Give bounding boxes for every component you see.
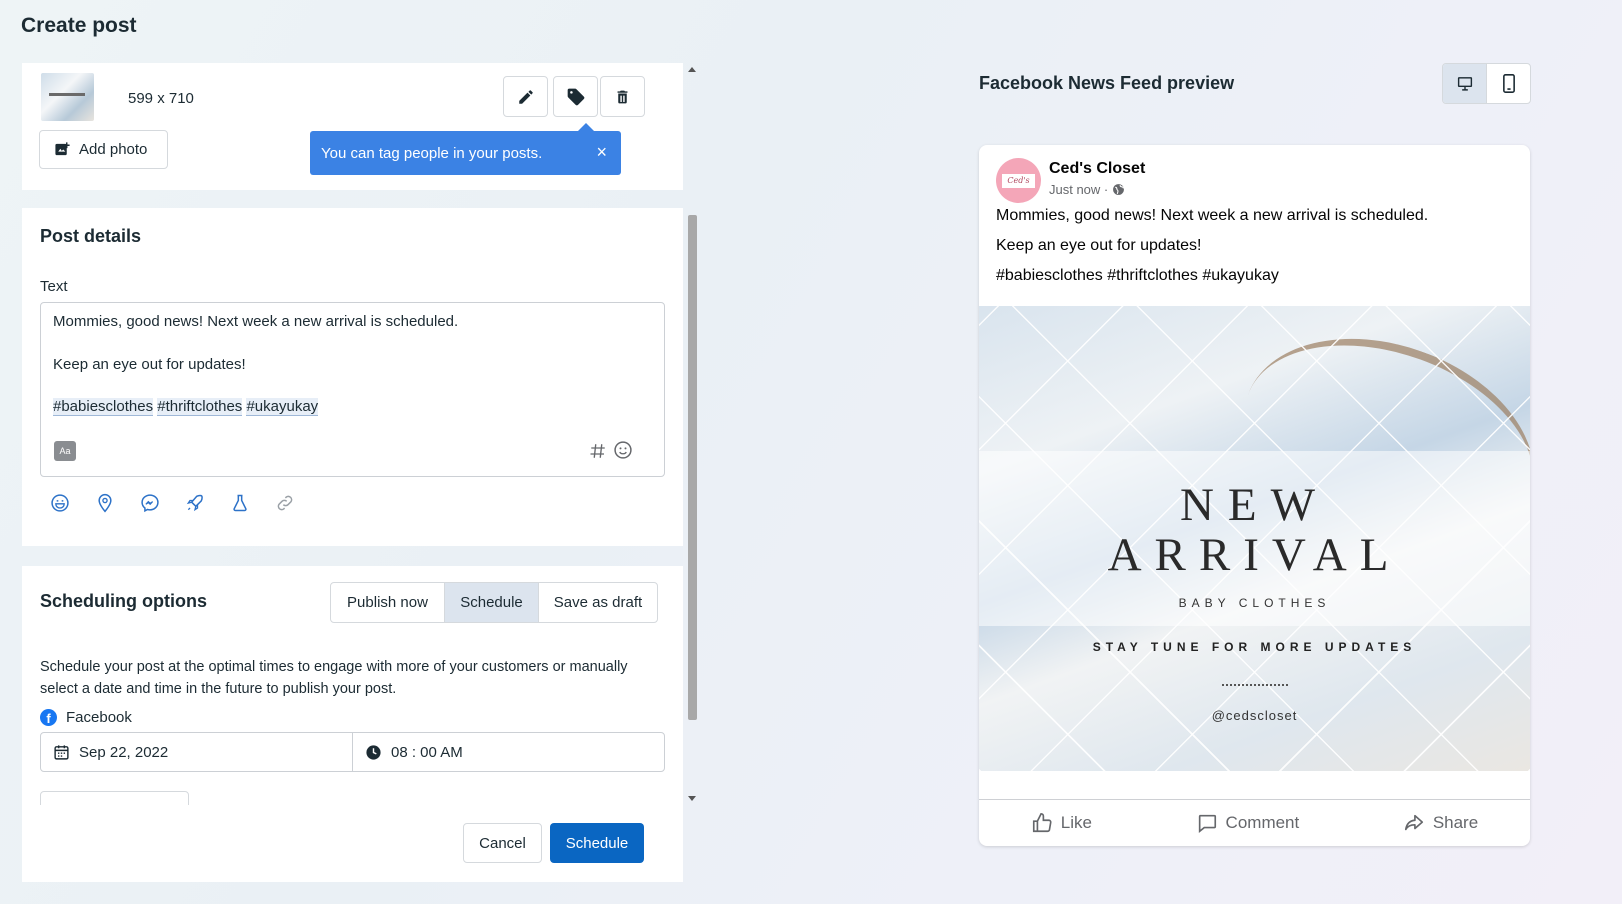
photo-thumbnail[interactable] bbox=[41, 73, 94, 121]
comment-icon bbox=[1198, 814, 1216, 833]
avatar-logo-text: Ced's bbox=[1002, 173, 1035, 188]
emoji-icon[interactable] bbox=[613, 440, 633, 460]
avatar: Ced's bbox=[996, 158, 1041, 203]
post-tools-row bbox=[50, 493, 295, 513]
preview-title: Facebook News Feed preview bbox=[979, 73, 1235, 93]
preview-text-line-2: Keep an eye out for updates! bbox=[996, 237, 1202, 254]
like-label: Like bbox=[1060, 813, 1092, 832]
image-tagline: STAY TUNE FOR MORE UPDATES bbox=[1092, 640, 1417, 654]
post-text-input[interactable]: Mommies, good news! Next week a new arri… bbox=[40, 302, 665, 477]
text-field-label: Text bbox=[40, 278, 68, 295]
platform-name: Facebook bbox=[66, 709, 132, 726]
image-subtitle: BABY CLOTHES bbox=[1178, 596, 1331, 610]
pencil-icon bbox=[518, 89, 533, 104]
add-photo-icon bbox=[55, 142, 70, 156]
hashtag[interactable]: #ukayukay bbox=[246, 398, 319, 416]
messenger-icon[interactable] bbox=[140, 493, 160, 513]
desktop-icon bbox=[1457, 77, 1472, 91]
feeling-icon[interactable] bbox=[50, 493, 70, 513]
like-icon bbox=[1032, 813, 1052, 833]
calendar-icon bbox=[54, 744, 69, 760]
post-text-line-1: Mommies, good news! Next week a new arri… bbox=[53, 313, 459, 330]
edit-photo-button[interactable] bbox=[503, 76, 548, 117]
tag-photo-button[interactable] bbox=[553, 76, 598, 117]
time-value: 08 : 00 AM bbox=[391, 743, 463, 761]
timestamp-text: Just now · bbox=[1049, 182, 1109, 197]
delete-photo-button[interactable] bbox=[600, 76, 645, 117]
mobile-icon bbox=[1502, 74, 1515, 93]
create-post-panel: 599 x 710 Add photo Post details Text Mo… bbox=[22, 63, 697, 882]
scheduling-title: Scheduling options bbox=[40, 591, 207, 611]
image-handle: @cedscloset bbox=[1211, 708, 1298, 723]
test-icon[interactable] bbox=[230, 493, 250, 513]
mobile-preview-button[interactable] bbox=[1487, 64, 1530, 103]
page-name: Ced's Closet bbox=[1049, 160, 1146, 177]
scroll-down-arrow[interactable] bbox=[688, 796, 696, 801]
scheduling-card: Scheduling options Publish now Schedule … bbox=[22, 566, 683, 805]
preview-text-line-3: #babiesclothes #thriftclothes #ukayukay bbox=[996, 267, 1279, 284]
comment-button[interactable]: Comment bbox=[1196, 812, 1300, 834]
post-text-line-2: Keep an eye out for updates! bbox=[53, 356, 246, 373]
scheduling-segmented-control: Publish now Schedule Save as draft bbox=[330, 582, 658, 623]
image-dots bbox=[1222, 684, 1288, 686]
facebook-post-preview: Ced's Ced's Closet Just now · Mommies, g… bbox=[979, 145, 1530, 846]
time-picker[interactable]: 08 : 00 AM bbox=[353, 733, 664, 771]
post-hashtags: #babiesclothes #thriftclothes #ukayukay bbox=[53, 398, 319, 416]
post-timestamp: Just now · bbox=[1049, 182, 1125, 197]
cancel-button[interactable]: Cancel bbox=[463, 823, 542, 863]
link-icon[interactable] bbox=[275, 493, 295, 513]
hashtag[interactable]: #thriftclothes bbox=[157, 398, 243, 416]
schedule-option[interactable]: Schedule bbox=[445, 583, 539, 622]
close-icon[interactable]: × bbox=[596, 142, 607, 163]
hashtag[interactable]: #babiesclothes bbox=[53, 398, 154, 416]
photo-dimensions: 599 x 710 bbox=[128, 90, 194, 107]
share-button[interactable]: Share bbox=[1403, 812, 1478, 834]
hashtag-icon[interactable] bbox=[589, 441, 607, 461]
share-label: Share bbox=[1432, 813, 1479, 832]
tooltip-text: You can tag people in your posts. bbox=[321, 144, 543, 162]
tag-people-tooltip: You can tag people in your posts. × bbox=[310, 123, 621, 175]
date-value: Sep 22, 2022 bbox=[79, 743, 169, 761]
add-photo-button[interactable]: Add photo bbox=[39, 130, 168, 169]
schedule-datetime: Sep 22, 2022 08 : 00 AM bbox=[40, 732, 665, 772]
image-headline-1: NEW bbox=[1179, 479, 1329, 531]
like-button[interactable]: Like bbox=[1031, 812, 1092, 834]
clock-icon bbox=[366, 744, 381, 760]
image-headline-2: ARRIVAL bbox=[1107, 529, 1402, 581]
scroll-up-arrow[interactable] bbox=[688, 67, 696, 72]
page-title: Create post bbox=[21, 14, 137, 37]
scrollbar-thumb[interactable] bbox=[688, 215, 697, 720]
preview-text-line-1: Mommies, good news! Next week a new arri… bbox=[996, 207, 1429, 224]
facebook-icon: f bbox=[40, 709, 57, 726]
post-details-title: Post details bbox=[40, 226, 142, 246]
add-photo-label: Add photo bbox=[79, 141, 148, 158]
post-image: NEW ARRIVAL BABY CLOTHES STAY TUNE FOR M… bbox=[979, 306, 1530, 771]
device-toggle bbox=[1442, 63, 1531, 104]
share-icon bbox=[1404, 814, 1423, 831]
publish-now-option[interactable]: Publish now bbox=[331, 583, 445, 622]
location-icon[interactable] bbox=[95, 493, 115, 513]
save-as-draft-option[interactable]: Save as draft bbox=[539, 583, 657, 622]
post-actions: Like Comment Share bbox=[979, 800, 1530, 846]
scheduling-description: Schedule your post at the optimal times … bbox=[40, 659, 628, 697]
comment-label: Comment bbox=[1225, 813, 1300, 832]
schedule-button[interactable]: Schedule bbox=[550, 823, 644, 863]
boost-icon[interactable] bbox=[185, 493, 205, 513]
panel-scrollbar[interactable] bbox=[686, 63, 698, 805]
post-details-card: Post details Text Mommies, good news! Ne… bbox=[22, 208, 683, 546]
date-picker[interactable]: Sep 22, 2022 bbox=[41, 733, 353, 771]
platform-label: f Facebook bbox=[40, 709, 132, 726]
optimal-times-button[interactable] bbox=[40, 791, 189, 805]
text-format-icon[interactable]: Aa bbox=[54, 441, 76, 461]
tag-icon bbox=[567, 88, 584, 105]
trash-icon bbox=[617, 90, 628, 103]
desktop-preview-button[interactable] bbox=[1443, 64, 1487, 103]
globe-icon bbox=[1113, 184, 1125, 195]
panel-footer: Cancel Schedule bbox=[22, 805, 683, 882]
